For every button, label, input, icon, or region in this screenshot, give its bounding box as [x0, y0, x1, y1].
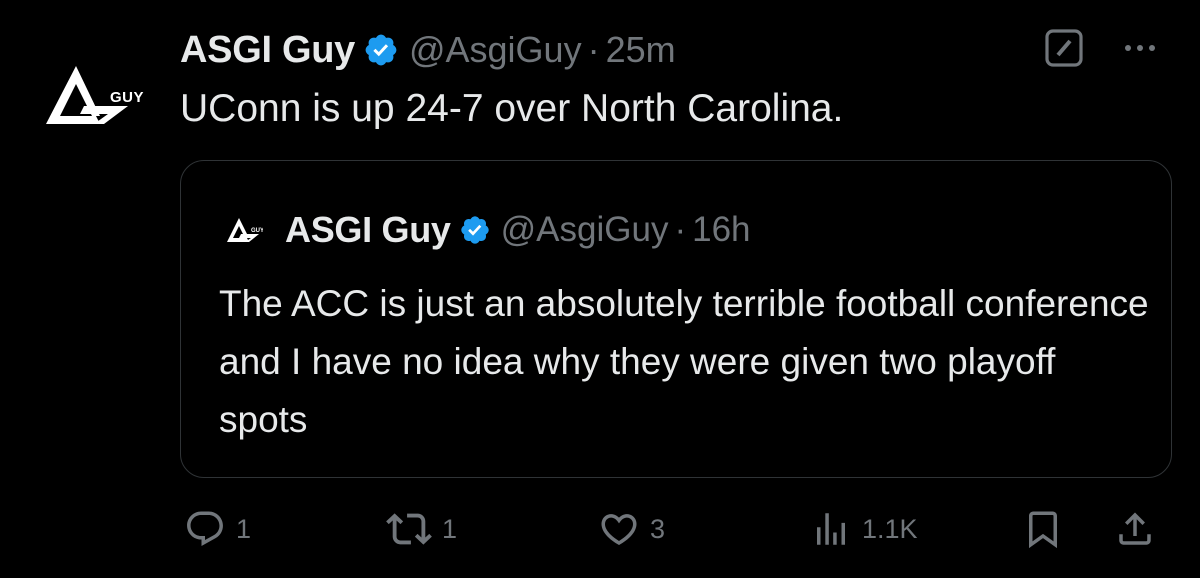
share-button[interactable] [1114, 504, 1156, 554]
verified-badge-icon [460, 216, 489, 244]
repost-button[interactable]: 1 [386, 504, 457, 554]
views-icon [817, 513, 845, 545]
reply-button[interactable]: 1 [184, 504, 251, 554]
timestamp[interactable]: 25m [606, 29, 676, 71]
like-count: 3 [650, 513, 666, 544]
verified-badge-icon[interactable] [363, 32, 399, 68]
quoted-tweet-header: GUY ASGI Guy @AsgiGuy · 16h [227, 205, 751, 255]
tweet-text: UConn is up 24-7 over North Carolina. [180, 87, 844, 130]
tweet-top-actions [1044, 28, 1160, 68]
separator-dot: · [587, 29, 600, 70]
reply-icon [187, 511, 223, 546]
reply-count: 1 [236, 513, 252, 544]
repost-count: 1 [442, 513, 458, 544]
bookmark-button[interactable] [1022, 504, 1064, 554]
share-icon [1119, 512, 1151, 545]
quote-avatar: GUY [227, 218, 263, 242]
svg-text:GUY: GUY [110, 89, 144, 106]
quoted-author-handle: @AsgiGuy [500, 210, 669, 249]
separator-dot: · [674, 210, 687, 249]
author-handle[interactable]: @AsgiGuy [409, 29, 582, 71]
avatar[interactable]: GUY [44, 62, 146, 128]
action-bar: 1 1 3 1.1K [184, 504, 1168, 554]
quoted-tweet-text: The ACC is just an absolutely terrible f… [219, 283, 1149, 440]
heart-icon [601, 514, 637, 546]
svg-text:GUY: GUY [251, 228, 263, 234]
like-button[interactable]: 3 [598, 504, 665, 554]
tweet: GUY ASGI Guy @AsgiGuy · 25m UConn is up … [0, 0, 1200, 578]
grok-icon[interactable] [1044, 28, 1084, 68]
quoted-tweet[interactable]: GUY ASGI Guy @AsgiGuy · 16h The ACC is j… [180, 160, 1172, 478]
repost-icon [386, 513, 432, 545]
quoted-author-name: ASGI Guy [285, 209, 451, 250]
more-icon[interactable] [1120, 28, 1160, 68]
quoted-timestamp: 16h [692, 210, 751, 249]
views-button[interactable]: 1.1K [810, 504, 918, 554]
views-count: 1.1K [862, 513, 918, 544]
tweet-header: ASGI Guy @AsgiGuy · 25m [180, 22, 676, 78]
author-name[interactable]: ASGI Guy [180, 29, 355, 72]
bookmark-icon [1029, 511, 1057, 549]
